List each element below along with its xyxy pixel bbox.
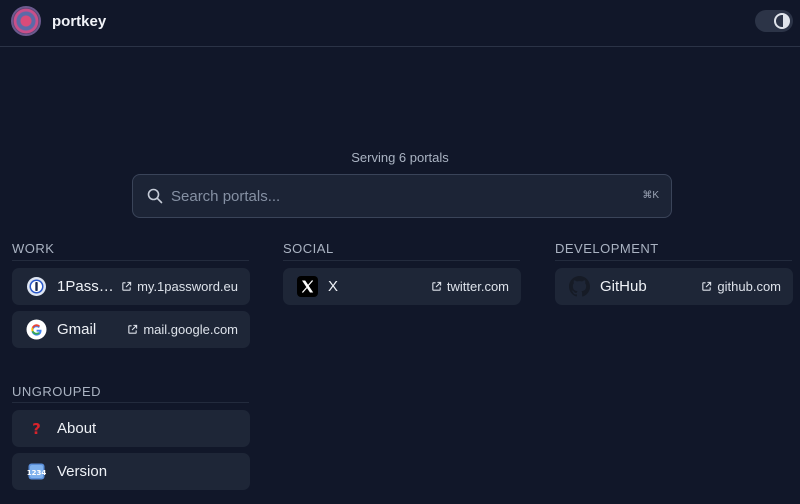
github-icon bbox=[569, 276, 590, 297]
portal-name: GitHub bbox=[600, 278, 647, 295]
portal-link[interactable]: github.com bbox=[701, 279, 781, 294]
portal-card-github[interactable]: GitHub github.com bbox=[555, 268, 793, 305]
external-link-icon bbox=[122, 281, 132, 291]
portal-url: mail.google.com bbox=[143, 322, 238, 337]
portal-name: Version bbox=[57, 463, 108, 480]
search-icon bbox=[147, 188, 163, 204]
moon-icon bbox=[774, 13, 790, 29]
divider bbox=[12, 402, 249, 403]
svg-text:?: ? bbox=[32, 420, 41, 438]
app-title: portkey bbox=[52, 13, 107, 30]
divider bbox=[555, 260, 792, 261]
divider bbox=[283, 260, 520, 261]
portal-card-version[interactable]: 1234 Version bbox=[12, 453, 250, 490]
external-link-icon bbox=[702, 281, 712, 291]
group-title-work: WORK bbox=[12, 241, 55, 256]
portal-card-x[interactable]: X twitter.com bbox=[283, 268, 521, 305]
group-title-social: SOCIAL bbox=[283, 241, 334, 256]
numbers-icon: 1234 bbox=[26, 461, 47, 482]
svg-text:1234: 1234 bbox=[27, 469, 47, 477]
portal-card-1password[interactable]: 1Password my.1password.eu bbox=[12, 268, 250, 305]
google-icon bbox=[26, 319, 47, 340]
group-title-development: DEVELOPMENT bbox=[555, 241, 659, 256]
search-input[interactable] bbox=[171, 175, 631, 217]
portal-card-about[interactable]: ? About bbox=[12, 410, 250, 447]
top-bar: portkey bbox=[0, 0, 800, 47]
portal-link[interactable]: mail.google.com bbox=[127, 322, 238, 337]
portkey-logo-icon[interactable] bbox=[11, 6, 41, 36]
portal-url: twitter.com bbox=[446, 279, 509, 294]
external-link-icon bbox=[128, 324, 138, 334]
portal-count: Serving 6 portals bbox=[351, 150, 449, 165]
portal-link[interactable]: twitter.com bbox=[431, 279, 509, 294]
divider bbox=[12, 260, 249, 261]
portal-card-gmail[interactable]: Gmail mail.google.com bbox=[12, 311, 250, 348]
1password-icon bbox=[26, 276, 47, 297]
portal-name: 1Password bbox=[57, 278, 115, 295]
portal-link[interactable]: my.1password.eu bbox=[121, 279, 238, 294]
theme-toggle[interactable] bbox=[755, 10, 793, 32]
portal-url: my.1password.eu bbox=[137, 279, 238, 294]
question-mark-icon: ? bbox=[26, 418, 47, 439]
search-shortcut: ⌘K bbox=[642, 190, 659, 201]
external-link-icon bbox=[432, 281, 442, 291]
portal-name: X bbox=[328, 278, 339, 295]
portal-name: Gmail bbox=[57, 321, 97, 338]
group-title-ungrouped: UNGROUPED bbox=[12, 384, 102, 399]
search-box[interactable]: ⌘K bbox=[132, 174, 672, 218]
x-icon bbox=[297, 276, 318, 297]
portal-url: github.com bbox=[717, 279, 781, 294]
portal-name: About bbox=[57, 420, 97, 437]
